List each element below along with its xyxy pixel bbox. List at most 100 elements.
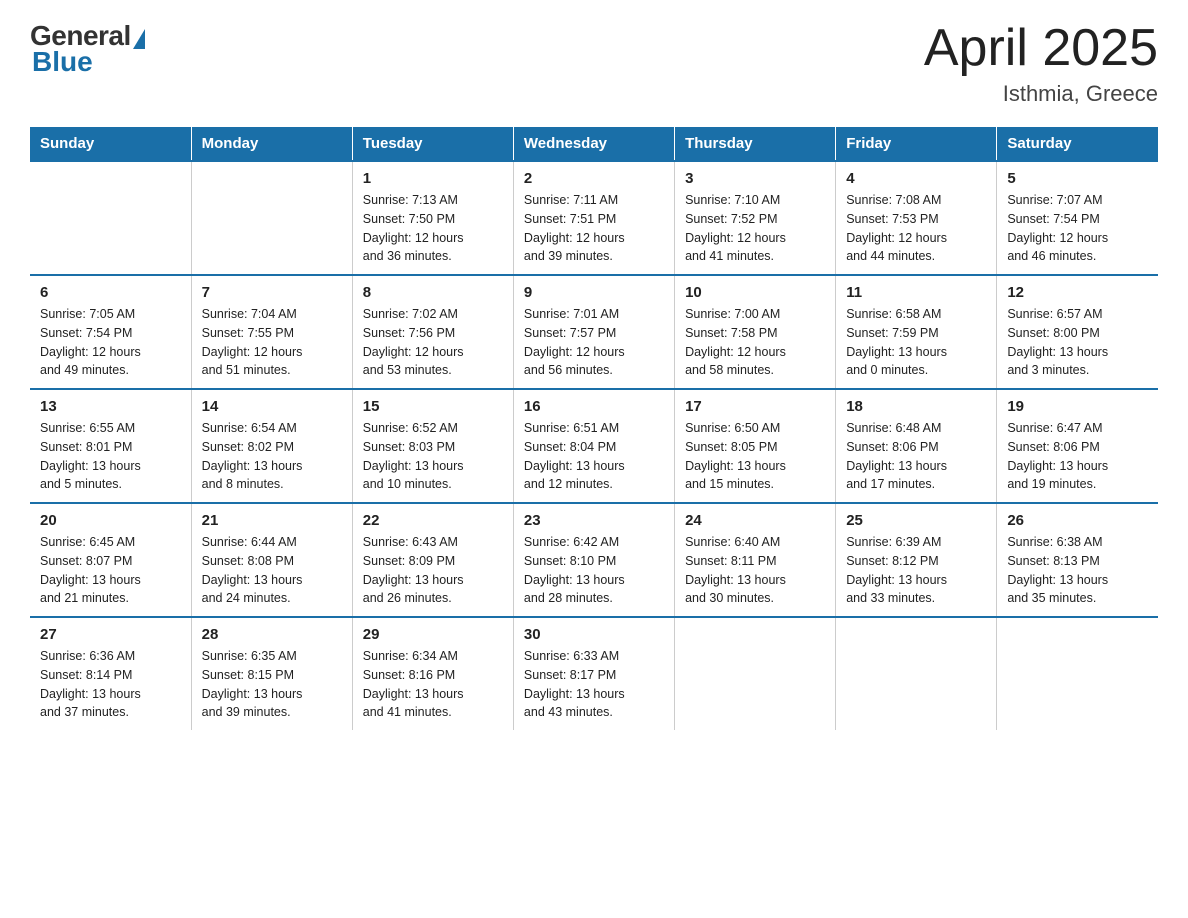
calendar-cell: 10 Sunrise: 7:00 AMSunset: 7:58 PMDayligh… bbox=[675, 275, 836, 389]
day-number: 19 bbox=[1007, 398, 1148, 415]
day-info: Sunrise: 7:05 AMSunset: 7:54 PMDaylight:… bbox=[40, 305, 181, 380]
day-number: 1 bbox=[363, 170, 503, 187]
day-info: Sunrise: 6:50 AMSunset: 8:05 PMDaylight:… bbox=[685, 419, 825, 494]
calendar-cell: 6 Sunrise: 7:05 AMSunset: 7:54 PMDaylight… bbox=[30, 275, 191, 389]
calendar-header-row: SundayMondayTuesdayWednesdayThursdayFrid… bbox=[30, 127, 1158, 161]
day-number: 27 bbox=[40, 626, 181, 643]
calendar-cell bbox=[191, 161, 352, 275]
calendar-cell: 4Sunrise: 7:08 AMSunset: 7:53 PMDaylight… bbox=[836, 161, 997, 275]
day-number: 11 bbox=[846, 284, 986, 301]
day-info: Sunrise: 6:35 AMSunset: 8:15 PMDaylight:… bbox=[202, 647, 342, 722]
calendar-cell: 1 Sunrise: 7:13 AMSunset: 7:50 PMDaylight… bbox=[352, 161, 513, 275]
day-info: Sunrise: 7:07 AMSunset: 7:54 PMDaylight:… bbox=[1007, 191, 1148, 266]
logo-blue-text: Blue bbox=[32, 46, 93, 78]
day-info: Sunrise: 6:47 AMSunset: 8:06 PMDaylight:… bbox=[1007, 419, 1148, 494]
day-info: Sunrise: 6:48 AMSunset: 8:06 PMDaylight:… bbox=[846, 419, 986, 494]
day-info: Sunrise: 7:08 AMSunset: 7:53 PMDaylight:… bbox=[846, 191, 986, 266]
calendar-week-row: 27 Sunrise: 6:36 AMSunset: 8:14 PMDayligh… bbox=[30, 617, 1158, 730]
calendar-cell: 5 Sunrise: 7:07 AMSunset: 7:54 PMDaylight… bbox=[997, 161, 1158, 275]
day-number: 17 bbox=[685, 398, 825, 415]
calendar-cell: 11Sunrise: 6:58 AMSunset: 7:59 PMDayligh… bbox=[836, 275, 997, 389]
day-info: Sunrise: 7:02 AMSunset: 7:56 PMDaylight:… bbox=[363, 305, 503, 380]
day-info: Sunrise: 6:51 AMSunset: 8:04 PMDaylight:… bbox=[524, 419, 664, 494]
calendar-cell: 8 Sunrise: 7:02 AMSunset: 7:56 PMDaylight… bbox=[352, 275, 513, 389]
day-info: Sunrise: 6:39 AMSunset: 8:12 PMDaylight:… bbox=[846, 533, 986, 608]
page-title: April 2025 bbox=[924, 20, 1158, 77]
day-of-week-header: Wednesday bbox=[513, 127, 674, 161]
day-info: Sunrise: 7:13 AMSunset: 7:50 PMDaylight:… bbox=[363, 191, 503, 266]
day-of-week-header: Monday bbox=[191, 127, 352, 161]
day-number: 8 bbox=[363, 284, 503, 301]
calendar-cell: 19 Sunrise: 6:47 AMSunset: 8:06 PMDayligh… bbox=[997, 389, 1158, 503]
day-info: Sunrise: 7:00 AMSunset: 7:58 PMDaylight:… bbox=[685, 305, 825, 380]
calendar-cell: 29 Sunrise: 6:34 AMSunset: 8:16 PMDayligh… bbox=[352, 617, 513, 730]
day-number: 16 bbox=[524, 398, 664, 415]
day-number: 23 bbox=[524, 512, 664, 529]
day-info: Sunrise: 6:57 AMSunset: 8:00 PMDaylight:… bbox=[1007, 305, 1148, 380]
day-of-week-header: Tuesday bbox=[352, 127, 513, 161]
calendar-cell: 21Sunrise: 6:44 AMSunset: 8:08 PMDayligh… bbox=[191, 503, 352, 617]
day-number: 6 bbox=[40, 284, 181, 301]
day-number: 13 bbox=[40, 398, 181, 415]
day-number: 2 bbox=[524, 170, 664, 187]
day-info: Sunrise: 6:43 AMSunset: 8:09 PMDaylight:… bbox=[363, 533, 503, 608]
calendar-week-row: 6 Sunrise: 7:05 AMSunset: 7:54 PMDaylight… bbox=[30, 275, 1158, 389]
calendar-cell: 13 Sunrise: 6:55 AMSunset: 8:01 PMDayligh… bbox=[30, 389, 191, 503]
day-number: 9 bbox=[524, 284, 664, 301]
calendar-cell: 28 Sunrise: 6:35 AMSunset: 8:15 PMDayligh… bbox=[191, 617, 352, 730]
day-info: Sunrise: 6:45 AMSunset: 8:07 PMDaylight:… bbox=[40, 533, 181, 608]
calendar-cell: 22 Sunrise: 6:43 AMSunset: 8:09 PMDayligh… bbox=[352, 503, 513, 617]
calendar-cell: 12 Sunrise: 6:57 AMSunset: 8:00 PMDayligh… bbox=[997, 275, 1158, 389]
day-info: Sunrise: 6:52 AMSunset: 8:03 PMDaylight:… bbox=[363, 419, 503, 494]
day-number: 21 bbox=[202, 512, 342, 529]
calendar-table: SundayMondayTuesdayWednesdayThursdayFrid… bbox=[30, 127, 1158, 730]
day-info: Sunrise: 6:36 AMSunset: 8:14 PMDaylight:… bbox=[40, 647, 181, 722]
calendar-cell: 9Sunrise: 7:01 AMSunset: 7:57 PMDaylight… bbox=[513, 275, 674, 389]
title-block: April 2025 Isthmia, Greece bbox=[924, 20, 1158, 107]
day-info: Sunrise: 6:54 AMSunset: 8:02 PMDaylight:… bbox=[202, 419, 342, 494]
day-info: Sunrise: 6:38 AMSunset: 8:13 PMDaylight:… bbox=[1007, 533, 1148, 608]
day-of-week-header: Saturday bbox=[997, 127, 1158, 161]
day-info: Sunrise: 6:40 AMSunset: 8:11 PMDaylight:… bbox=[685, 533, 825, 608]
day-info: Sunrise: 6:42 AMSunset: 8:10 PMDaylight:… bbox=[524, 533, 664, 608]
day-number: 5 bbox=[1007, 170, 1148, 187]
day-number: 7 bbox=[202, 284, 342, 301]
calendar-cell: 17 Sunrise: 6:50 AMSunset: 8:05 PMDayligh… bbox=[675, 389, 836, 503]
page-subtitle: Isthmia, Greece bbox=[924, 81, 1158, 107]
calendar-cell: 30Sunrise: 6:33 AMSunset: 8:17 PMDayligh… bbox=[513, 617, 674, 730]
day-of-week-header: Sunday bbox=[30, 127, 191, 161]
day-number: 3 bbox=[685, 170, 825, 187]
day-number: 29 bbox=[363, 626, 503, 643]
calendar-cell: 27 Sunrise: 6:36 AMSunset: 8:14 PMDayligh… bbox=[30, 617, 191, 730]
calendar-cell: 3 Sunrise: 7:10 AMSunset: 7:52 PMDaylight… bbox=[675, 161, 836, 275]
day-number: 15 bbox=[363, 398, 503, 415]
calendar-week-row: 20 Sunrise: 6:45 AMSunset: 8:07 PMDayligh… bbox=[30, 503, 1158, 617]
calendar-cell: 25Sunrise: 6:39 AMSunset: 8:12 PMDayligh… bbox=[836, 503, 997, 617]
calendar-cell bbox=[997, 617, 1158, 730]
day-info: Sunrise: 7:11 AMSunset: 7:51 PMDaylight:… bbox=[524, 191, 664, 266]
calendar-cell: 16 Sunrise: 6:51 AMSunset: 8:04 PMDayligh… bbox=[513, 389, 674, 503]
calendar-week-row: 1 Sunrise: 7:13 AMSunset: 7:50 PMDaylight… bbox=[30, 161, 1158, 275]
day-info: Sunrise: 6:34 AMSunset: 8:16 PMDaylight:… bbox=[363, 647, 503, 722]
day-info: Sunrise: 7:04 AMSunset: 7:55 PMDaylight:… bbox=[202, 305, 342, 380]
day-number: 14 bbox=[202, 398, 342, 415]
calendar-week-row: 13 Sunrise: 6:55 AMSunset: 8:01 PMDayligh… bbox=[30, 389, 1158, 503]
day-number: 30 bbox=[524, 626, 664, 643]
day-of-week-header: Thursday bbox=[675, 127, 836, 161]
page-header: General Blue April 2025 Isthmia, Greece bbox=[30, 20, 1158, 107]
logo: General Blue bbox=[30, 20, 145, 78]
day-number: 22 bbox=[363, 512, 503, 529]
calendar-cell: 15 Sunrise: 6:52 AMSunset: 8:03 PMDayligh… bbox=[352, 389, 513, 503]
day-number: 24 bbox=[685, 512, 825, 529]
calendar-cell: 26Sunrise: 6:38 AMSunset: 8:13 PMDayligh… bbox=[997, 503, 1158, 617]
calendar-cell: 14 Sunrise: 6:54 AMSunset: 8:02 PMDayligh… bbox=[191, 389, 352, 503]
day-number: 10 bbox=[685, 284, 825, 301]
day-info: Sunrise: 7:10 AMSunset: 7:52 PMDaylight:… bbox=[685, 191, 825, 266]
day-info: Sunrise: 6:55 AMSunset: 8:01 PMDaylight:… bbox=[40, 419, 181, 494]
day-number: 28 bbox=[202, 626, 342, 643]
calendar-cell: 23 Sunrise: 6:42 AMSunset: 8:10 PMDayligh… bbox=[513, 503, 674, 617]
day-number: 20 bbox=[40, 512, 181, 529]
calendar-cell: 7 Sunrise: 7:04 AMSunset: 7:55 PMDaylight… bbox=[191, 275, 352, 389]
day-number: 12 bbox=[1007, 284, 1148, 301]
day-number: 18 bbox=[846, 398, 986, 415]
